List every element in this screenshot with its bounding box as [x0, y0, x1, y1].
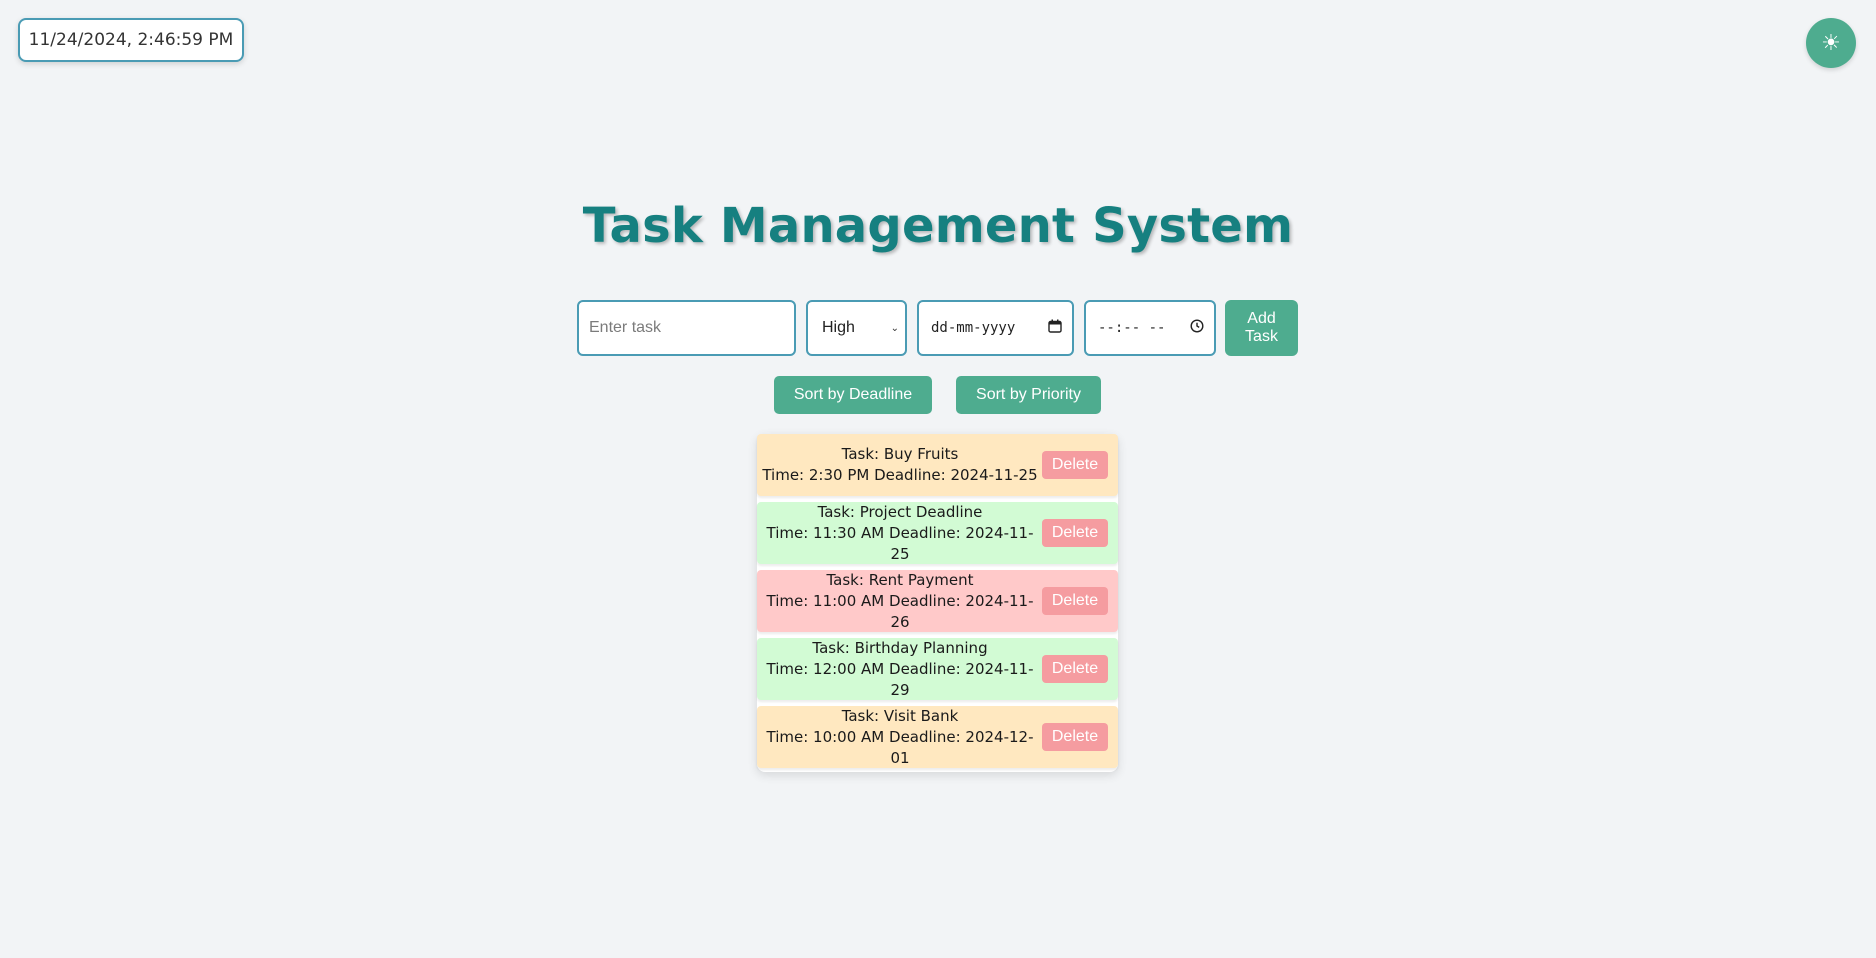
task-list: Task: Buy Fruits Time: 2:30 PM Deadline:…: [757, 434, 1118, 772]
sort-by-deadline-button[interactable]: Sort by Deadline: [774, 376, 932, 414]
clock-icon[interactable]: [1190, 319, 1204, 337]
page-title: Task Management System: [582, 198, 1294, 254]
time-input[interactable]: --:-- --: [1084, 300, 1216, 356]
task-name: Task: Birthday Planning: [812, 638, 988, 657]
add-task-label-line1: Add: [1247, 310, 1276, 327]
time-input-placeholder: --:-- --: [1098, 320, 1166, 336]
task-text: Task: Project Deadline Time: 11:30 AM De…: [757, 502, 1043, 565]
priority-selected-value: High: [822, 319, 855, 336]
task-details: Time: 10:00 AM Deadline: 2024-12-01: [766, 727, 1034, 767]
task-item: Task: Rent Payment Time: 11:00 AM Deadli…: [757, 570, 1118, 632]
task-item: Task: Project Deadline Time: 11:30 AM De…: [757, 502, 1118, 564]
delete-button[interactable]: Delete: [1042, 723, 1108, 751]
add-task-label-line2: Task: [1245, 328, 1278, 345]
task-details: Time: 2:30 PM Deadline: 2024-11-25: [762, 466, 1038, 484]
add-task-label: Add Task: [1245, 310, 1278, 346]
datetime-text: 11/24/2024, 2:46:59 PM: [28, 30, 234, 50]
task-input[interactable]: Enter task: [577, 300, 796, 356]
sun-icon: ☀: [1821, 30, 1841, 56]
chevron-down-icon: ⌄: [890, 322, 899, 334]
page: 11/24/2024, 2:46:59 PM ☀ Task Management…: [0, 0, 1876, 958]
calendar-icon[interactable]: [1048, 319, 1062, 337]
date-input-placeholder: dd-mm-yyyy: [931, 320, 1016, 336]
task-name: Task: Visit Bank: [841, 706, 959, 725]
task-text: Task: Birthday Planning Time: 12:00 AM D…: [757, 638, 1043, 701]
task-item: Task: Birthday Planning Time: 12:00 AM D…: [757, 638, 1118, 700]
date-input[interactable]: dd-mm-yyyy: [917, 300, 1074, 356]
task-name: Task: Buy Fruits: [841, 445, 959, 463]
task-name: Task: Project Deadline: [817, 502, 983, 521]
priority-select[interactable]: High ⌄: [806, 300, 907, 356]
delete-button[interactable]: Delete: [1042, 519, 1108, 547]
delete-button[interactable]: Delete: [1042, 587, 1108, 615]
add-task-button[interactable]: Add Task: [1225, 300, 1298, 356]
delete-button[interactable]: Delete: [1042, 451, 1108, 479]
task-details: Time: 11:00 AM Deadline: 2024-11-26: [766, 591, 1034, 631]
delete-button[interactable]: Delete: [1042, 655, 1108, 683]
datetime-display: 11/24/2024, 2:46:59 PM: [18, 18, 244, 62]
task-text: Task: Visit Bank Time: 10:00 AM Deadline…: [757, 706, 1043, 769]
theme-toggle-button[interactable]: ☀: [1806, 18, 1856, 68]
sort-by-priority-button[interactable]: Sort by Priority: [956, 376, 1101, 414]
task-name: Task: Rent Payment: [826, 570, 974, 589]
task-item: Task: Visit Bank Time: 10:00 AM Deadline…: [757, 706, 1118, 768]
task-details: Time: 11:30 AM Deadline: 2024-11-25: [766, 523, 1034, 563]
task-text: Task: Buy Fruits Time: 2:30 PM Deadline:…: [757, 444, 1043, 486]
task-text: Task: Rent Payment Time: 11:00 AM Deadli…: [757, 570, 1043, 633]
task-input-placeholder: Enter task: [589, 319, 662, 336]
task-details: Time: 12:00 AM Deadline: 2024-11-29: [766, 659, 1034, 699]
task-item: Task: Buy Fruits Time: 2:30 PM Deadline:…: [757, 434, 1118, 496]
